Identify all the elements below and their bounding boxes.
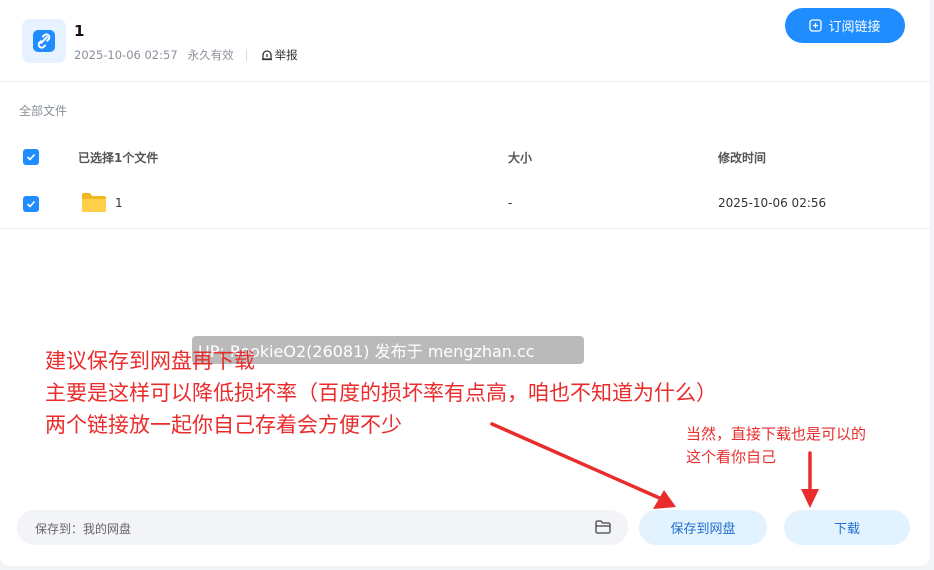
share-header: 1 2025-10-06 02:57 永久有效 举报 订阅链接: [0, 0, 930, 82]
folder-icon: [82, 193, 106, 212]
file-name[interactable]: 1: [115, 196, 123, 210]
file-modified: 2025-10-06 02:56: [718, 196, 827, 210]
select-all-checkbox[interactable]: [23, 149, 39, 165]
column-header-size[interactable]: 大小: [508, 149, 532, 166]
list-divider: [0, 228, 930, 229]
share-card: 1 2025-10-06 02:57 永久有效 举报 订阅链接 全部文件 已选择…: [0, 0, 930, 566]
share-meta: 2025-10-06 02:57 永久有效 举报: [74, 47, 298, 63]
report-label: 举报: [274, 48, 298, 62]
annotation-line: 主要是这样可以降低损坏率（百度的损坏率有点高，咱也不知道为什么）: [45, 381, 717, 405]
annotation-side: 当然，直接下载也是可以的 这个看你自己: [686, 423, 866, 469]
annotation-line: 两个链接放一起你自己存着会方便不少: [45, 413, 402, 437]
annotation-main: 建议保存到网盘再下载 主要是这样可以降低损坏率（百度的损坏率有点高，咱也不知道为…: [45, 345, 717, 441]
report-icon: [261, 50, 272, 61]
download-button[interactable]: 下载: [784, 510, 910, 545]
report-link[interactable]: 举报: [261, 47, 298, 63]
annotation-line: 这个看你自己: [686, 448, 777, 466]
share-title: 1: [74, 22, 85, 40]
file-size: -: [508, 196, 513, 210]
save-to-drive-button[interactable]: 保存到网盘: [639, 510, 767, 545]
row-checkbox[interactable]: [23, 196, 39, 212]
column-header-name: 已选择1个文件: [78, 151, 159, 165]
check-icon: [26, 153, 36, 161]
breadcrumb[interactable]: 全部文件: [19, 102, 67, 119]
meta-divider: [245, 49, 247, 61]
check-icon: [26, 200, 36, 208]
column-header-modified[interactable]: 修改时间: [718, 149, 766, 166]
subscribe-label: 订阅链接: [828, 20, 881, 35]
folder-outline-icon[interactable]: [595, 520, 611, 534]
created-at: 2025-10-06 02:57: [74, 48, 178, 62]
save-path-label: 保存到：我的网盘: [35, 522, 132, 536]
link-icon: [22, 19, 66, 63]
subscribe-button[interactable]: 订阅链接: [785, 8, 905, 43]
annotation-line: 建议保存到网盘再下载: [45, 349, 255, 373]
validity-label: 永久有效: [187, 48, 234, 62]
annotation-line: 当然，直接下载也是可以的: [686, 425, 867, 443]
plus-square-icon: [809, 19, 823, 32]
save-path-field[interactable]: 保存到：我的网盘: [17, 510, 628, 545]
